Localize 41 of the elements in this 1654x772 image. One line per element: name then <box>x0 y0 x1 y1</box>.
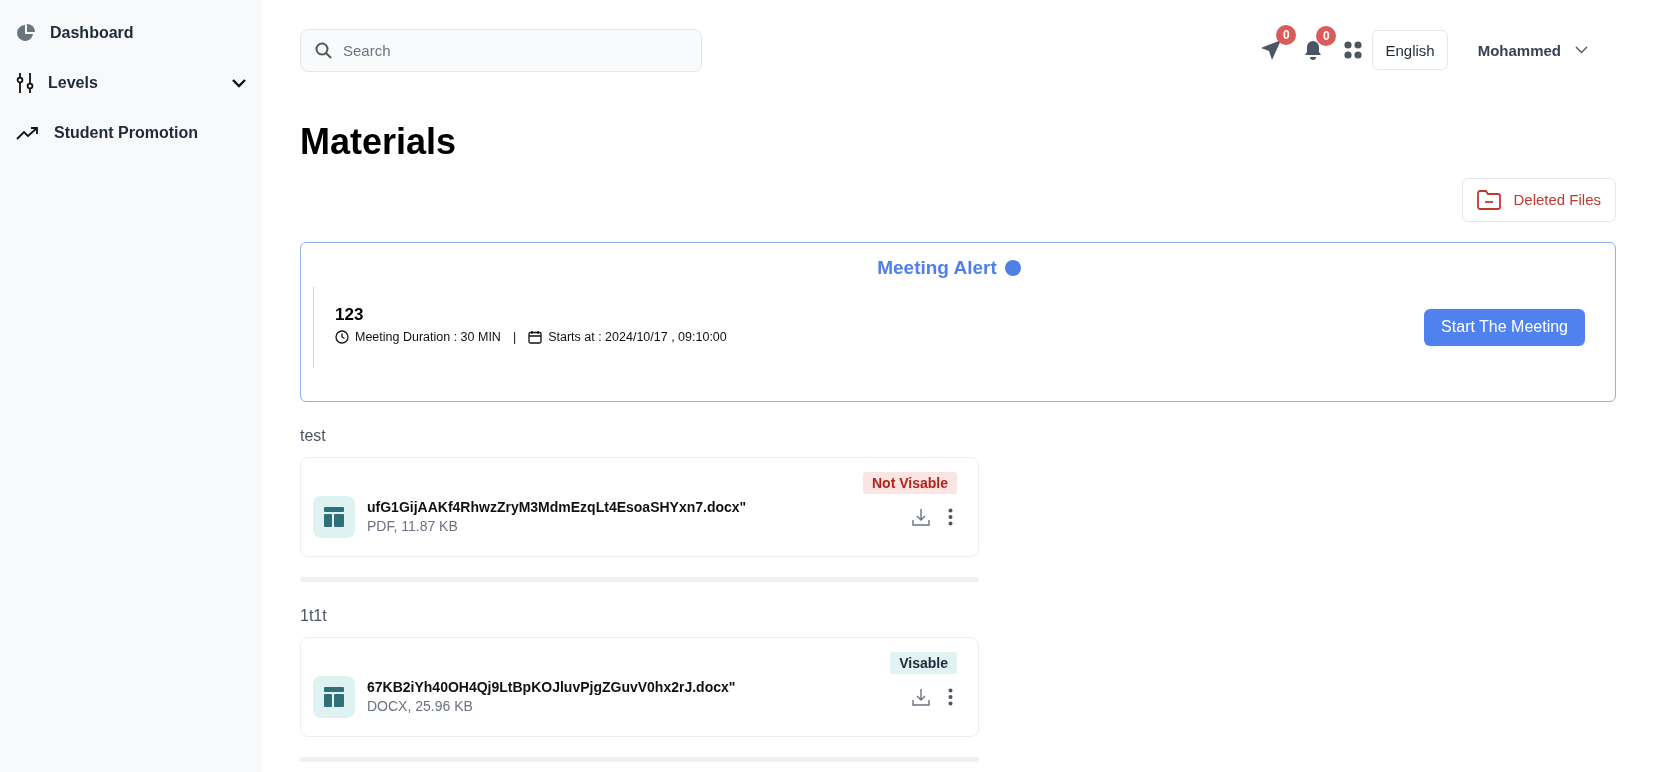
pie-chart-icon <box>16 23 36 43</box>
sidebar-group[interactable]: Levels <box>0 58 262 108</box>
language-button[interactable]: English <box>1372 30 1448 70</box>
meeting-duration: Meeting Duration : 30 MIN <box>355 329 501 344</box>
visibility-badge: Not Visable <box>863 471 957 494</box>
search-field[interactable]: Search <box>300 28 702 72</box>
more-options-icon[interactable] <box>948 507 953 526</box>
file-meta: PDF, 11.87 KB <box>367 518 459 535</box>
apps-grid-icon[interactable] <box>1344 41 1363 59</box>
trending-up-icon <box>16 126 40 140</box>
deleted-files-button[interactable]: Deleted Files <box>1462 177 1616 222</box>
sliders-icon <box>16 72 34 94</box>
separator: | <box>512 329 517 344</box>
folder-icon <box>1477 189 1502 210</box>
status-dot-icon <box>1004 259 1021 276</box>
section-title: test <box>300 426 327 445</box>
chevron-icon <box>1575 46 1588 54</box>
alert-title: Meeting Alert <box>877 256 997 279</box>
notification-badge: 0 <box>1276 25 1297 45</box>
sidebar-item[interactable]: Dashboard <box>0 8 262 58</box>
file-name: 67KB2iYh40OH4Qj9LtBpKOJluvPjgZGuvV0hx2rJ.docx" <box>367 679 737 696</box>
search-icon <box>315 41 332 59</box>
file-icon <box>313 495 355 538</box>
start-meeting-button[interactable]: Start The Meeting <box>1424 308 1585 346</box>
file-name: ufG1GijAAKf4RhwzZryM3MdmEzqLt4EsoaSHYxn7.docx" <box>367 499 748 516</box>
meeting-name: 123 <box>335 304 365 325</box>
clock-icon <box>335 329 349 344</box>
bell-icon[interactable] <box>1304 39 1323 61</box>
page-title: Materials <box>300 122 458 162</box>
section-title: 1t1t <box>300 606 328 625</box>
calendar-icon <box>528 329 543 344</box>
meeting-start-time: Starts at : 2024/10/17 , 09:10:00 <box>548 329 727 344</box>
download-icon[interactable] <box>912 687 930 706</box>
more-options-icon[interactable] <box>948 687 953 706</box>
notification-badge: 0 <box>1316 25 1337 46</box>
visibility-badge: Visable <box>890 651 957 674</box>
sidebar-item[interactable]: Student Promotion <box>0 108 262 158</box>
file-icon <box>313 675 355 718</box>
file-meta: DOCX, 25.96 KB <box>367 698 474 715</box>
download-icon[interactable] <box>912 507 930 526</box>
user-menu[interactable]: Mohammed <box>1471 40 1594 60</box>
